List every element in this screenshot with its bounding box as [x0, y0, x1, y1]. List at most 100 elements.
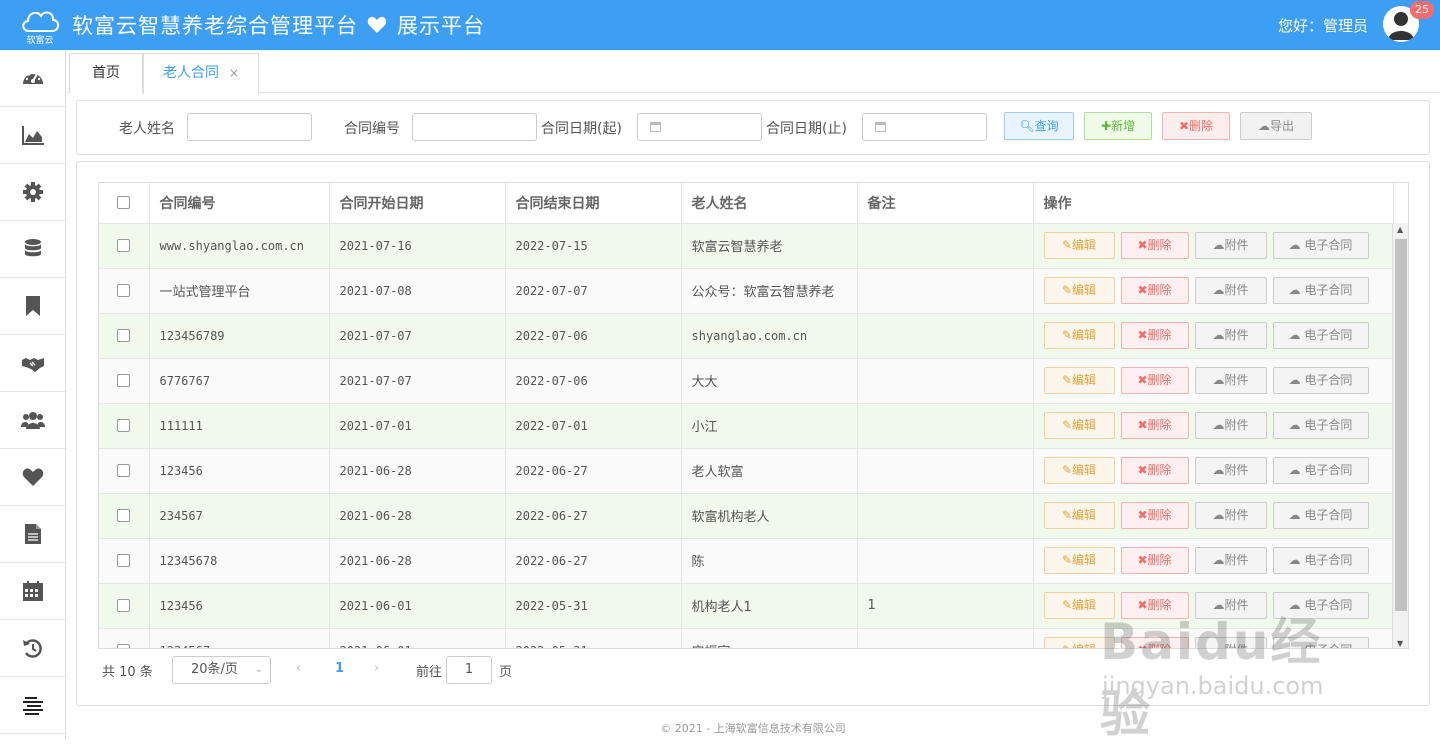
attachment-button[interactable]: ☁附件 — [1194, 277, 1267, 304]
e-contract-button[interactable]: ☁ 电子合同 — [1272, 232, 1369, 259]
header-note[interactable]: 备注 — [857, 183, 1034, 224]
sidebar-item-bookmark[interactable] — [0, 278, 65, 335]
table-scrollbar[interactable]: ▲ ▼ — [1392, 223, 1408, 648]
row-checkbox[interactable] — [99, 538, 150, 584]
attachment-button[interactable]: ☁附件 — [1194, 232, 1267, 259]
row-delete-button[interactable]: ✖删除 — [1120, 457, 1189, 484]
table-row[interactable]: 123456789 2021-07-07 2022-07-06 shyanglao.c… — [99, 313, 1394, 359]
table-row[interactable]: 6776767 2021-07-07 2022-07-06 大大 ✎编辑 ✖删除 ☁附件 ☁ … — [99, 358, 1394, 404]
row-checkbox[interactable] — [99, 448, 150, 494]
sidebar-item-database[interactable] — [0, 221, 65, 278]
tab-home[interactable]: 首页 — [69, 53, 143, 93]
table-row[interactable]: 234567 2021-06-28 2022-06-27 软富机构老人 ✎编辑 ✖删除 ☁附… — [99, 493, 1394, 539]
e-contract-button[interactable]: ☁ 电子合同 — [1272, 412, 1369, 439]
header-elder-name[interactable]: 老人姓名 — [681, 183, 858, 224]
attachment-button[interactable]: ☁附件 — [1194, 412, 1267, 439]
cell-elder-name: 大大 — [681, 358, 858, 404]
e-contract-button[interactable]: ☁ 电子合同 — [1272, 322, 1369, 349]
attachment-button[interactable]: ☁附件 — [1194, 367, 1267, 394]
notification-badge[interactable]: 25 — [1410, 1, 1434, 19]
attachment-button[interactable]: ☁附件 — [1194, 322, 1267, 349]
table-row[interactable]: 12345678 2021-06-28 2022-06-27 陈 ✎编辑 ✖删除 ☁附件 ☁ … — [99, 538, 1394, 584]
delete-button[interactable]: ✖删除 — [1162, 112, 1230, 140]
elder-name-input[interactable] — [187, 113, 312, 141]
close-icon: ✖ — [1137, 508, 1148, 522]
edit-button[interactable]: ✎编辑 — [1043, 412, 1115, 439]
edit-button[interactable]: ✎编辑 — [1043, 322, 1115, 349]
baidu-watermark: Baidu经验 jingyan.baidu.com — [1100, 600, 1370, 743]
edit-button[interactable]: ✎编辑 — [1043, 457, 1115, 484]
page-number-current[interactable]: 1 — [335, 661, 344, 676]
attachment-button-label: 附件 — [1224, 373, 1249, 387]
row-checkbox[interactable] — [99, 223, 150, 269]
row-delete-button[interactable]: ✖删除 — [1120, 412, 1189, 439]
attachment-button[interactable]: ☁附件 — [1194, 502, 1267, 529]
contract-no-input[interactable] — [412, 113, 537, 141]
cell-start-date: 2021-06-01 — [329, 628, 506, 648]
sidebar-item-calendar[interactable] — [0, 563, 65, 620]
sidebar-item-documents[interactable] — [0, 506, 65, 563]
row-delete-button[interactable]: ✖删除 — [1120, 502, 1189, 529]
row-checkbox[interactable] — [99, 583, 150, 629]
add-button[interactable]: ✚新增 — [1084, 112, 1152, 140]
export-button[interactable]: ☁导出 — [1240, 112, 1312, 140]
sidebar-item-users[interactable] — [0, 392, 65, 449]
cell-start-date: 2021-07-16 — [329, 223, 506, 269]
close-icon: ✖ — [1137, 283, 1148, 297]
logo[interactable]: 软富云 — [18, 7, 62, 46]
e-contract-button[interactable]: ☁ 电子合同 — [1272, 502, 1369, 529]
row-delete-button[interactable]: ✖删除 — [1120, 322, 1189, 349]
next-page-button[interactable]: › — [374, 661, 379, 676]
row-checkbox[interactable] — [99, 628, 150, 648]
attachment-button[interactable]: ☁附件 — [1194, 547, 1267, 574]
sidebar-item-statistics[interactable] — [0, 107, 65, 164]
table-row[interactable]: 一站式管理平台 2021-07-08 2022-07-07 公众号：软富云智慧养老 ✎编… — [99, 268, 1394, 314]
table-row[interactable]: 123456 2021-06-28 2022-06-27 老人软富 ✎编辑 ✖删除 ☁附件 ☁… — [99, 448, 1394, 494]
table-row[interactable]: 111111 2021-07-01 2022-07-01 小江 ✎编辑 ✖删除 ☁附件 ☁ 电… — [99, 403, 1394, 449]
edit-button[interactable]: ✎编辑 — [1043, 277, 1115, 304]
page-size-select[interactable]: 20条/页 ⌄ — [172, 656, 271, 684]
scroll-down-icon[interactable]: ▼ — [1397, 639, 1403, 648]
row-checkbox[interactable] — [99, 268, 150, 314]
sidebar-item-settings[interactable] — [0, 164, 65, 221]
e-contract-button[interactable]: ☁ 电子合同 — [1272, 547, 1369, 574]
sidebar-item-history[interactable] — [0, 620, 65, 677]
edit-button[interactable]: ✎编辑 — [1043, 367, 1115, 394]
header-end-date[interactable]: 合同结束日期 — [505, 183, 682, 224]
bookmark-icon — [25, 296, 40, 316]
e-contract-button[interactable]: ☁ 电子合同 — [1272, 457, 1369, 484]
sidebar-item-contract[interactable] — [0, 335, 65, 392]
edit-button[interactable]: ✎编辑 — [1043, 232, 1115, 259]
edit-button[interactable]: ✎编辑 — [1043, 547, 1115, 574]
row-checkbox[interactable] — [99, 313, 150, 359]
row-delete-button[interactable]: ✖删除 — [1120, 367, 1189, 394]
start-date-input[interactable] — [637, 113, 762, 141]
e-contract-button[interactable]: ☁ 电子合同 — [1272, 367, 1369, 394]
edit-button[interactable]: ✎编辑 — [1043, 502, 1115, 529]
header-contract-no[interactable]: 合同编号 — [149, 183, 330, 224]
handshake-icon — [21, 358, 44, 372]
row-checkbox[interactable] — [99, 358, 150, 404]
attachment-button[interactable]: ☁附件 — [1194, 457, 1267, 484]
table-row[interactable]: www.shyanglao.com.cn 2021-07-16 2022-07-15… — [99, 223, 1394, 269]
prev-page-button[interactable]: ‹ — [296, 661, 301, 676]
e-contract-button[interactable]: ☁ 电子合同 — [1272, 277, 1369, 304]
tab-close-icon[interactable]: × — [229, 66, 239, 80]
tab-elder-contract[interactable]: 老人合同 × — [143, 53, 259, 94]
sidebar-item-health[interactable] — [0, 449, 65, 506]
end-date-input[interactable] — [862, 113, 987, 141]
select-all-checkbox[interactable] — [99, 183, 150, 224]
row-delete-button[interactable]: ✖删除 — [1120, 277, 1189, 304]
row-checkbox[interactable] — [99, 403, 150, 449]
header-start-date[interactable]: 合同开始日期 — [329, 183, 506, 224]
sidebar-item-dashboard[interactable] — [0, 50, 65, 107]
tab-label: 老人合同 — [162, 65, 219, 81]
row-delete-button[interactable]: ✖删除 — [1120, 547, 1189, 574]
scroll-up-icon[interactable]: ▲ — [1397, 225, 1403, 234]
goto-page-input[interactable]: 1 — [446, 656, 492, 684]
user-greeting[interactable]: 您好：管理员 — [1278, 15, 1368, 36]
scroll-thumb[interactable] — [1395, 239, 1407, 611]
row-delete-button[interactable]: ✖删除 — [1120, 232, 1189, 259]
query-button[interactable]: 🔍︎查询 — [1004, 112, 1074, 140]
row-checkbox[interactable] — [99, 493, 150, 539]
